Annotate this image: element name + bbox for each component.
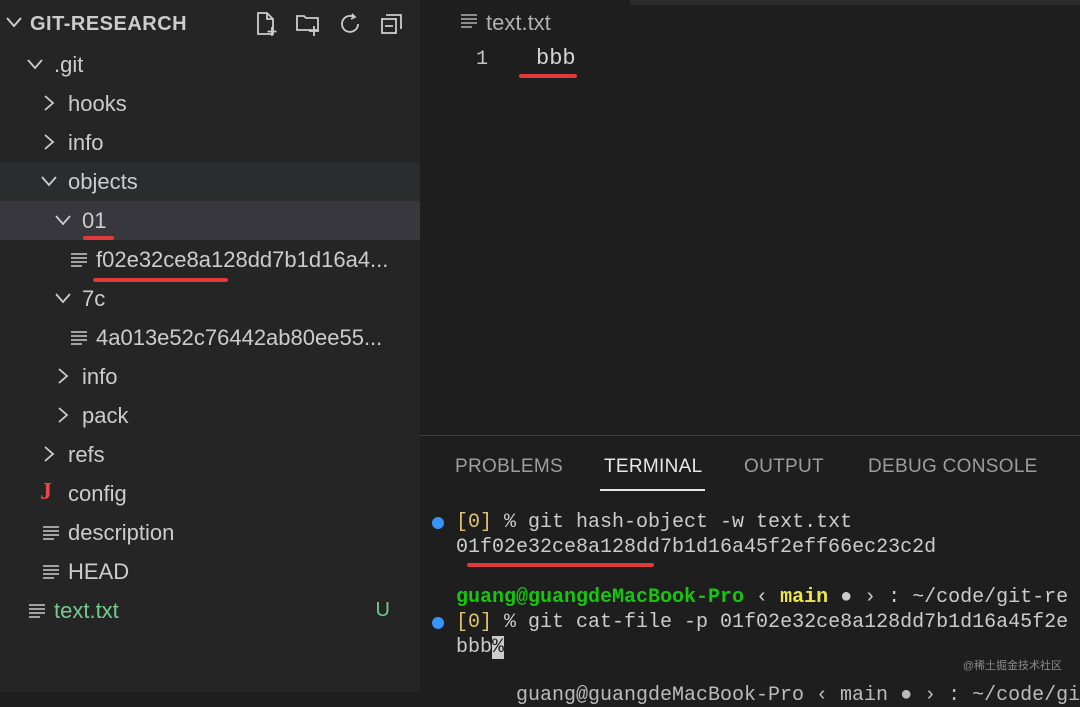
file-lines-icon (28, 602, 46, 620)
tree-item-label: 7c (82, 286, 106, 311)
tree-item-config[interactable]: J config (0, 474, 420, 513)
tree-item-label: pack (82, 403, 129, 428)
tree-item-label: config (68, 481, 127, 506)
tree-item-hooks[interactable]: hooks (0, 84, 420, 123)
chevron-right-icon (40, 133, 58, 151)
terminal-cursor: % (492, 636, 505, 659)
terminal-line: [0] % git hash-object -w text.txt (456, 511, 853, 534)
chevron-down-icon (54, 211, 72, 229)
active-tab-indicator (600, 489, 705, 491)
collapse-all-icon[interactable] (378, 10, 406, 38)
terminal-line: 01f02e32ce8a128dd7b1d16a45f2eff66ec23c2d (456, 536, 937, 559)
tree-item-label: 4a013e52c76442ab80ee55... (96, 325, 383, 350)
editor: text.txt 1 bbb (420, 0, 1080, 435)
tree-item-7c[interactable]: 7c (0, 279, 420, 318)
new-file-icon[interactable] (252, 10, 280, 38)
code-line[interactable]: bbb (536, 46, 576, 71)
tree-item-object-4a01[interactable]: 4a013e52c76442ab80ee55... (0, 318, 420, 357)
file-lines-icon (460, 12, 478, 35)
editor-file-name: text.txt (486, 10, 551, 35)
terminal-prompt: guang@guangdeMacBook-Pro ‹ main ● › : ~/… (456, 586, 1069, 609)
editor-breadcrumb[interactable]: text.txt (460, 10, 551, 36)
tree-item-01[interactable]: 01 (0, 201, 420, 240)
annotation-underline (467, 563, 654, 567)
chevron-right-icon (54, 367, 72, 385)
tree-item-objects-info[interactable]: info (0, 357, 420, 396)
file-lines-icon (70, 329, 88, 347)
tree-item-pack[interactable]: pack (0, 396, 420, 435)
tree-item-refs[interactable]: refs (0, 435, 420, 474)
tree-item-object-f02e[interactable]: f02e32ce8a128dd7b1d16a4... (0, 240, 420, 279)
tree-item-label: description (68, 520, 175, 545)
tab-problems[interactable]: PROBLEMS (455, 456, 563, 478)
refresh-icon[interactable] (336, 10, 364, 38)
tree-item-text-txt[interactable]: text.txt U (0, 591, 420, 630)
explorer-actions (252, 10, 406, 38)
tree-item-objects[interactable]: objects (0, 162, 420, 201)
tree-item-label: .git (54, 52, 84, 77)
bottom-panel: PROBLEMS TERMINAL OUTPUT DEBUG CONSOLE [… (420, 435, 1080, 707)
chevron-down-icon (54, 289, 72, 307)
tree-item-label: objects (68, 169, 138, 194)
tab-debug-console[interactable]: DEBUG CONSOLE (868, 456, 1038, 478)
tree-item-label: 01 (82, 208, 107, 233)
chevron-down-icon (26, 55, 44, 73)
tree-item-label: f02e32ce8a128dd7b1d16a4... (96, 247, 389, 272)
new-folder-icon[interactable] (294, 10, 322, 38)
line-number: 1 (476, 48, 489, 71)
file-lines-icon (42, 524, 60, 542)
scrollbar-track[interactable] (630, 0, 1080, 5)
tree-item-label: text.txt (54, 598, 119, 623)
explorer-header[interactable]: GIT-RESEARCH (0, 0, 420, 46)
chevron-down-icon (40, 172, 58, 190)
tree-item-label: info (82, 364, 118, 389)
watermark: @稀土掘金技术社区 (962, 660, 1062, 672)
tree-item-git[interactable]: .git (0, 45, 420, 84)
command-status-dot-icon (432, 517, 444, 529)
tree-item-head[interactable]: HEAD (0, 552, 420, 591)
tab-terminal[interactable]: TERMINAL (604, 456, 702, 478)
terminal-prompt-partial: guang@guangdeMacBook-Pro ‹ main ● › : ~/… (516, 684, 1080, 707)
chevron-right-icon (54, 406, 72, 424)
tree-item-label: HEAD (68, 559, 130, 584)
tree-item-label: hooks (68, 91, 127, 116)
file-lines-icon (70, 251, 88, 269)
tree-item-description[interactable]: description (0, 513, 420, 552)
chevron-right-icon (40, 445, 58, 463)
json-file-icon: J (40, 479, 52, 505)
annotation-underline (519, 74, 577, 78)
file-lines-icon (42, 563, 60, 581)
tree-item-info[interactable]: info (0, 123, 420, 162)
untracked-badge: U (375, 599, 390, 621)
tab-output[interactable]: OUTPUT (744, 456, 824, 478)
tree-item-label: info (68, 130, 104, 155)
explorer-title: GIT-RESEARCH (30, 13, 188, 35)
explorer-sidebar: GIT-RESEARCH .git hooks info objects 01 … (0, 0, 420, 692)
terminal-line: bbb% (456, 636, 505, 659)
chevron-right-icon (40, 94, 58, 112)
command-status-dot-icon (432, 617, 444, 629)
chevron-down-icon[interactable] (4, 12, 24, 32)
terminal-line: [0] % git cat-file -p 01f02e32ce8a128dd7… (456, 611, 1069, 634)
tree-item-label: refs (68, 442, 105, 467)
